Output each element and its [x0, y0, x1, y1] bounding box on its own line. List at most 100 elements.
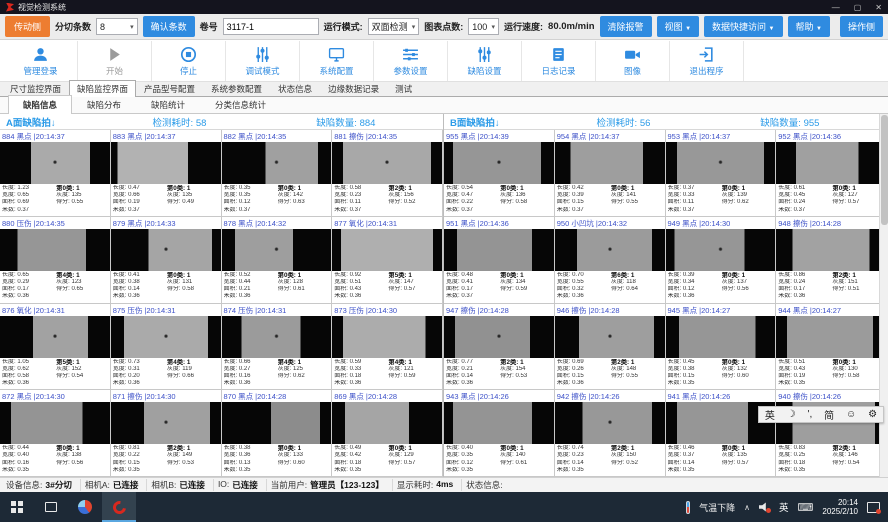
score-label: 得分: — [167, 286, 181, 292]
score-label: 得分: — [611, 373, 625, 379]
maximize-button[interactable]: ▢ — [854, 3, 862, 12]
defect-cell[interactable]: 870 黑点 |20:14:28 长度: 0.38 宽度: 0.36 面积: 0… — [222, 390, 333, 477]
defect-cell[interactable]: 943 黑点 |20:14:26 长度: 0.40 宽度: 0.35 面积: 0… — [444, 390, 555, 477]
defect-cell[interactable]: 951 黑点 |20:14:36 长度: 0.48 宽度: 0.41 面积: 0… — [444, 217, 555, 304]
defect-cell[interactable]: 955 黑点 |20:14:39 长度: 0.54 宽度: 0.47 面积: 0… — [444, 130, 555, 217]
ime-tray-language[interactable]: 英 — [779, 500, 789, 514]
tab-6[interactable]: 测试 — [387, 80, 420, 96]
panel-title[interactable]: B面缺陷拍↓ — [450, 115, 597, 129]
defect-cell[interactable]: 945 黑点 |20:14:27 长度: 0.45 宽度: 0.38 面积: 0… — [666, 304, 777, 391]
defect-cell[interactable]: 876 氧化 |20:14:31 长度: 1.05 宽度: 0.62 面积: 0… — [0, 304, 111, 391]
defect-cell[interactable]: 878 黑点 |20:14:32 长度: 0.52 宽度: 0.44 面积: 0… — [222, 217, 333, 304]
help-menu-button[interactable]: 帮助 ▼ — [788, 16, 830, 37]
defect-cell[interactable]: 874 压伤 |20:14:31 长度: 0.66 宽度: 0.27 面积: 0… — [222, 304, 333, 391]
action-button-stop[interactable]: 停止 — [152, 41, 226, 81]
defect-cell[interactable]: 940 擦伤 |20:14:26 长度: 0.83 宽度: 0.25 面积: 0… — [776, 390, 887, 477]
operate-side-button[interactable]: 操作侧 — [840, 16, 883, 37]
close-button[interactable]: ✕ — [875, 3, 882, 12]
defect-cell-header: 878 黑点 |20:14:32 — [222, 217, 332, 229]
defect-cell[interactable]: 871 擦伤 |20:14:30 长度: 0.81 宽度: 0.22 面积: 0… — [111, 390, 222, 477]
notification-center-icon[interactable] — [867, 502, 880, 513]
chart-points-select[interactable]: 100 ▾ — [468, 18, 499, 35]
defect-image — [111, 402, 221, 444]
data-quick-access-menu-button[interactable]: 数据快捷访问 ▼ — [704, 16, 782, 37]
tab-4[interactable]: 状态信息 — [270, 80, 320, 96]
panel-title[interactable]: A面缺陷拍↓ — [6, 115, 153, 129]
display-time-label: 显示耗时: — [397, 479, 433, 491]
ime-emoji-icon[interactable]: ☺ — [846, 409, 856, 420]
defect-cell[interactable]: 884 黑点 |20:14:37 长度: 1.23 宽度: 0.65 面积: 0… — [0, 130, 111, 217]
defect-cell[interactable]: 869 黑点 |20:14:28 长度: 0.49 宽度: 0.42 面积: 0… — [332, 390, 443, 477]
taskbar-clock[interactable]: 20:14 2025/2/10 — [822, 498, 858, 516]
defect-cell[interactable]: 952 黑点 |20:14:36 长度: 0.61 宽度: 0.45 面积: 0… — [776, 130, 887, 217]
defect-cell[interactable]: 879 黑点 |20:14:33 长度: 0.41 宽度: 0.38 面积: 0… — [111, 217, 222, 304]
action-button-monitor[interactable]: 系统配置 — [300, 41, 374, 81]
tab-5[interactable]: 边缘数据记录 — [320, 80, 387, 96]
action-button-exit[interactable]: 退出程序 — [670, 41, 744, 81]
minimize-button[interactable]: — — [832, 3, 840, 12]
width-label: 宽度: — [557, 452, 571, 458]
defect-cell[interactable]: 880 压伤 |20:14:35 长度: 0.65 宽度: 0.29 面积: 0… — [0, 217, 111, 304]
drive-side-button[interactable]: 传动侧 — [5, 16, 50, 37]
action-button-log[interactable]: 日志记录 — [522, 41, 596, 81]
defect-cell[interactable]: 944 黑点 |20:14:27 长度: 0.51 宽度: 0.43 面积: 0… — [776, 304, 887, 391]
defect-cell[interactable]: 942 擦伤 |20:14:26 长度: 0.74 宽度: 0.23 面积: 0… — [555, 390, 666, 477]
subtab-0[interactable]: 缺陷信息 — [8, 95, 72, 114]
task-view-button[interactable] — [34, 492, 68, 522]
taskbar-app-browser[interactable] — [68, 492, 102, 522]
action-button-play[interactable]: 开始 — [78, 41, 152, 81]
start-button[interactable] — [0, 492, 34, 522]
defect-cell[interactable]: 875 压伤 |20:14:31 长度: 0.73 宽度: 0.31 面积: 0… — [111, 304, 222, 391]
defect-cell[interactable]: 948 擦伤 |20:14:28 长度: 0.86 宽度: 0.24 面积: 0… — [776, 217, 887, 304]
scrollbar-thumb[interactable] — [881, 115, 888, 225]
action-button-user[interactable]: 管理登录 — [4, 41, 78, 81]
score-label: 得分: — [611, 286, 625, 292]
width-value: 0.65 — [17, 192, 29, 198]
run-mode-select[interactable]: 双面检测 ▾ — [368, 18, 420, 35]
defect-cell[interactable]: 872 黑点 |20:14:30 长度: 0.44 宽度: 0.40 面积: 0… — [0, 390, 111, 477]
weather-text[interactable]: 气温下降 — [699, 501, 735, 514]
roll-input[interactable] — [223, 18, 319, 35]
defect-cell[interactable]: 882 黑点 |20:14:35 长度: 0.35 宽度: 0.35 面积: 0… — [222, 130, 333, 217]
defect-cell[interactable]: 953 黑点 |20:14:37 长度: 0.37 宽度: 0.33 面积: 0… — [666, 130, 777, 217]
ime-moon-icon[interactable]: ☽ — [787, 409, 796, 420]
ime-lang-mode[interactable]: 英 — [765, 407, 775, 422]
clear-alarm-button[interactable]: 清除报警 — [600, 16, 652, 37]
subtab-2[interactable]: 缺陷统计 — [136, 95, 200, 113]
meter-value: 0.37 — [17, 207, 29, 213]
length-value: 0.52 — [239, 272, 251, 278]
defect-cell[interactable]: 883 黑点 |20:14:37 长度: 0.47 宽度: 0.66 面积: 0… — [111, 130, 222, 217]
length-value: 0.49 — [350, 445, 362, 451]
confirm-count-button[interactable]: 确认条数 — [143, 16, 195, 37]
defect-cell[interactable]: 946 擦伤 |20:14:28 长度: 0.69 宽度: 0.26 面积: 0… — [555, 304, 666, 391]
defect-cell[interactable]: 941 黑点 |20:14:26 长度: 0.46 宽度: 0.37 面积: 0… — [666, 390, 777, 477]
slit-count-select[interactable]: 8 ▾ — [96, 18, 138, 35]
tab-0[interactable]: 尺寸监控界面 — [2, 80, 69, 96]
tab-2[interactable]: 产品型号配置 — [136, 80, 203, 96]
ime-simplified-mode[interactable]: 简 — [824, 407, 834, 422]
gray-label: 灰度: — [167, 279, 181, 285]
volume-icon[interactable] — [759, 502, 770, 512]
subtab-3[interactable]: 分类信息统计 — [200, 95, 281, 113]
sliders-icon — [254, 46, 271, 63]
tab-3[interactable]: 系统参数配置 — [203, 80, 270, 96]
action-button-sliders[interactable]: 调试模式 — [226, 41, 300, 81]
defect-cell[interactable]: 949 黑点 |20:14:30 长度: 0.39 宽度: 0.34 面积: 0… — [666, 217, 777, 304]
defect-cell[interactable]: 954 黑点 |20:14:37 长度: 0.42 宽度: 0.39 面积: 0… — [555, 130, 666, 217]
tray-expand-chevron-icon[interactable]: ∧ — [744, 503, 750, 512]
defect-cell[interactable]: 873 压伤 |20:14:30 长度: 0.59 宽度: 0.33 面积: 0… — [332, 304, 443, 391]
defect-cell[interactable]: 881 擦伤 |20:14:35 长度: 0.58 宽度: 0.23 面积: 0… — [332, 130, 443, 217]
defect-cell[interactable]: 950 小凹坑 |20:14:32 长度: 0.70 宽度: 0.55 面积: … — [555, 217, 666, 304]
action-button-params[interactable]: 参数设置 — [374, 41, 448, 81]
view-menu-button[interactable]: 视图 ▼ — [657, 16, 699, 37]
taskbar-app-inspection[interactable] — [102, 492, 136, 522]
subtab-1[interactable]: 缺陷分布 — [72, 95, 136, 113]
ime-settings-gear-icon[interactable]: ⚙ — [868, 409, 877, 420]
defect-cell[interactable]: 947 擦伤 |20:14:28 长度: 0.77 宽度: 0.21 面积: 0… — [444, 304, 555, 391]
action-button-defect[interactable]: 缺陷设置 — [448, 41, 522, 81]
action-button-camera[interactable]: 图像 — [596, 41, 670, 81]
defect-cell[interactable]: 877 氧化 |20:14:31 长度: 0.92 宽度: 0.51 面积: 0… — [332, 217, 443, 304]
ime-punct-mode[interactable]: ', — [808, 409, 813, 420]
keyboard-icon[interactable]: ⌨ — [798, 501, 814, 514]
meter-label: 米数: — [668, 467, 682, 473]
